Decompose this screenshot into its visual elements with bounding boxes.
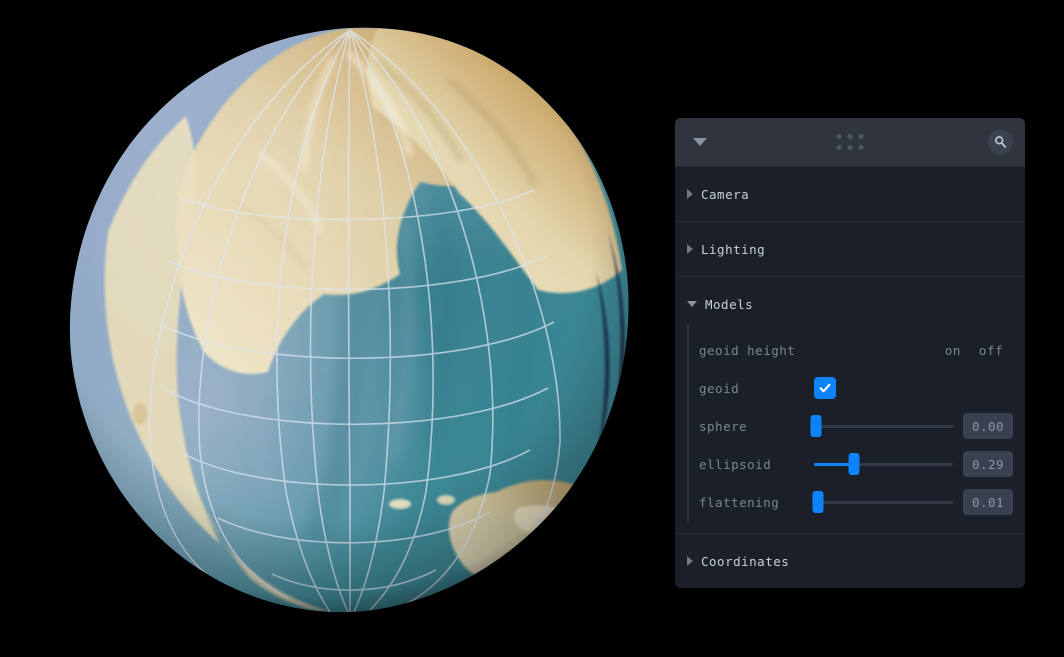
magnifier-glyph: [995, 136, 1007, 148]
row-geoid-height: geoid height on off: [699, 331, 1013, 369]
control-panel[interactable]: Camera Lighting Models geoid height on o…: [675, 118, 1025, 588]
folder-camera-header[interactable]: Camera: [675, 167, 1025, 221]
panel-header[interactable]: [675, 118, 1025, 166]
drag-dot: [847, 145, 853, 150]
folder-lighting-header[interactable]: Lighting: [675, 222, 1025, 276]
magnifier-icon[interactable]: [988, 129, 1013, 155]
geoid-height-label: geoid height: [699, 342, 796, 358]
folder-models-label: Models: [705, 296, 754, 312]
ellipsoid-value[interactable]: 0.29: [963, 451, 1013, 477]
folder-camera-label: Camera: [701, 186, 750, 202]
geoid-control: [814, 377, 1013, 399]
flattening-slider-knob[interactable]: [812, 491, 824, 513]
app-root: Camera Lighting Models geoid height on o…: [0, 0, 1064, 657]
row-geoid: geoid: [699, 369, 1013, 407]
flattening-slider-track: [814, 500, 953, 504]
geoid-checkbox[interactable]: [814, 377, 836, 399]
flattening-slider[interactable]: [812, 491, 953, 513]
drag-dot: [836, 134, 842, 139]
triangle-right-icon: [687, 556, 693, 566]
geoid-height-off-button[interactable]: off: [977, 341, 1005, 360]
sphere-slider[interactable]: [810, 415, 953, 437]
checkmark-icon: [819, 383, 831, 393]
sphere-slider-track: [814, 424, 953, 428]
ellipsoid-control: 0.29: [814, 451, 1013, 477]
drag-dot: [858, 145, 864, 150]
folder-models[interactable]: Models geoid height on off geoid sphere …: [675, 276, 1025, 533]
globe-render[interactable]: [48, 22, 652, 626]
flattening-value[interactable]: 0.01: [963, 489, 1013, 515]
folder-camera[interactable]: Camera: [675, 166, 1025, 221]
ellipsoid-slider[interactable]: [814, 453, 953, 475]
sphere-value[interactable]: 0.00: [963, 413, 1013, 439]
globe-svg: [69, 27, 629, 613]
geoid-height-on-button[interactable]: on: [943, 341, 963, 360]
sphere-slider-knob[interactable]: [810, 415, 822, 437]
geoid-height-buttons: on off: [814, 341, 1013, 360]
folder-lighting-label: Lighting: [701, 241, 766, 257]
drag-dot: [836, 145, 842, 150]
triangle-down-icon: [687, 301, 697, 307]
triangle-down-icon[interactable]: [693, 138, 707, 146]
flattening-control: 0.01: [812, 489, 1013, 515]
row-ellipsoid: ellipsoid 0.29: [699, 445, 1013, 483]
triangle-right-icon: [687, 244, 693, 254]
drag-dot: [847, 134, 853, 139]
triangle-right-icon: [687, 189, 693, 199]
sphere-label: sphere: [699, 418, 748, 434]
ellipsoid-label: ellipsoid: [699, 456, 772, 472]
flattening-label: flattening: [699, 494, 780, 510]
folder-coordinates-label: Coordinates: [701, 553, 790, 569]
folder-models-body: geoid height on off geoid sphere 0.00 el…: [675, 323, 1025, 533]
row-flattening: flattening 0.01: [699, 483, 1013, 521]
ellipsoid-slider-knob[interactable]: [848, 453, 860, 475]
folder-coordinates[interactable]: Coordinates: [675, 533, 1025, 588]
geoid-label: geoid: [699, 380, 740, 396]
drag-dots-icon[interactable]: [836, 134, 864, 150]
sphere-control: 0.00: [810, 413, 1013, 439]
folder-models-header[interactable]: Models: [675, 277, 1025, 331]
folder-coordinates-header[interactable]: Coordinates: [675, 534, 1025, 588]
folder-lighting[interactable]: Lighting: [675, 221, 1025, 276]
drag-dot: [858, 134, 864, 139]
row-sphere: sphere 0.00: [699, 407, 1013, 445]
